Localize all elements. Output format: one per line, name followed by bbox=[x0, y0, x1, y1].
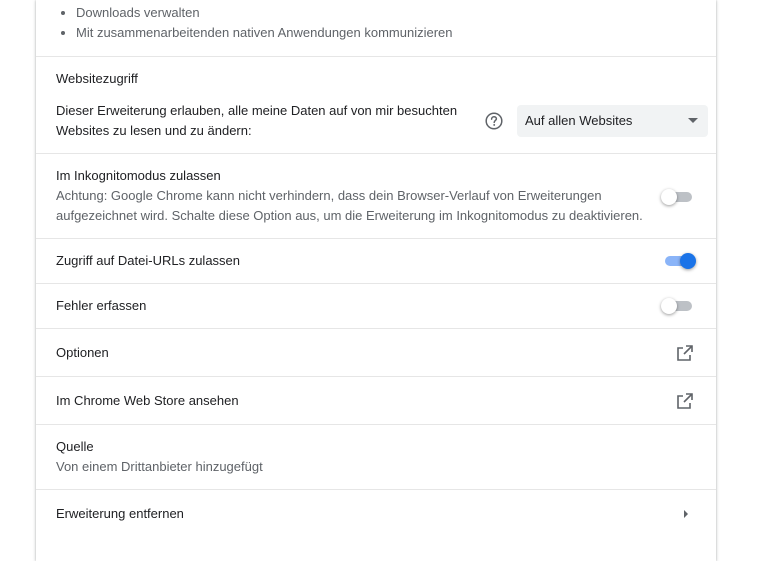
file-urls-section: Zugriff auf Datei-URLs zulassen bbox=[36, 238, 716, 284]
site-access-select[interactable]: Auf allen Websites bbox=[517, 105, 708, 137]
web-store-label: Im Chrome Web Store ansehen bbox=[56, 393, 239, 408]
permission-item: Mit zusammenarbeitenden nativen Anwendun… bbox=[76, 23, 453, 43]
incognito-warning-line2: aufgezeichnet wird. Schalte diese Option… bbox=[56, 208, 643, 223]
help-circle-icon[interactable] bbox=[485, 112, 503, 130]
extension-details-card: Downloads verwalten Mit zusammenarbeiten… bbox=[36, 0, 716, 561]
collect-errors-toggle[interactable] bbox=[661, 298, 695, 314]
source-section: Quelle Von einem Drittanbieter hinzugefü… bbox=[36, 424, 716, 490]
toggle-knob bbox=[680, 253, 696, 269]
incognito-warning-line1: Achtung: Google Chrome kann nicht verhin… bbox=[56, 188, 602, 203]
options-label: Optionen bbox=[56, 345, 109, 360]
site-access-description-line1: Dieser Erweiterung erlauben, alle meine … bbox=[56, 103, 458, 118]
toggle-knob bbox=[661, 298, 677, 314]
collect-errors-section: Fehler erfassen bbox=[36, 283, 716, 329]
site-access-description-line2: Websites zu lesen und zu ändern: bbox=[56, 123, 252, 138]
remove-extension-row[interactable]: Erweiterung entfernen bbox=[36, 489, 716, 538]
remove-extension-label: Erweiterung entfernen bbox=[56, 506, 184, 521]
site-access-section: Websitezugriff Dieser Erweiterung erlaub… bbox=[36, 56, 716, 154]
web-store-row[interactable]: Im Chrome Web Store ansehen bbox=[36, 376, 716, 425]
options-row[interactable]: Optionen bbox=[36, 328, 716, 377]
permissions-list: Downloads verwalten Mit zusammenarbeiten… bbox=[56, 3, 453, 43]
site-access-heading: Websitezugriff bbox=[56, 71, 138, 86]
incognito-label: Im Inkognitomodus zulassen bbox=[56, 168, 221, 183]
incognito-section: Im Inkognitomodus zulassen Achtung: Goog… bbox=[36, 153, 716, 239]
file-urls-label: Zugriff auf Datei-URLs zulassen bbox=[56, 253, 241, 268]
incognito-toggle[interactable] bbox=[661, 189, 695, 205]
open-in-new-icon[interactable] bbox=[676, 344, 694, 362]
source-value: Von einem Drittanbieter hinzugefügt bbox=[56, 459, 263, 474]
file-urls-toggle[interactable] bbox=[664, 253, 698, 269]
caret-down-icon bbox=[688, 118, 698, 123]
site-access-select-value: Auf allen Websites bbox=[525, 113, 633, 128]
permission-item: Downloads verwalten bbox=[76, 3, 453, 23]
chevron-right-icon bbox=[684, 510, 688, 518]
open-in-new-icon[interactable] bbox=[676, 392, 694, 410]
collect-errors-label: Fehler erfassen bbox=[56, 298, 147, 313]
toggle-knob bbox=[661, 189, 677, 205]
source-heading: Quelle bbox=[56, 439, 94, 454]
